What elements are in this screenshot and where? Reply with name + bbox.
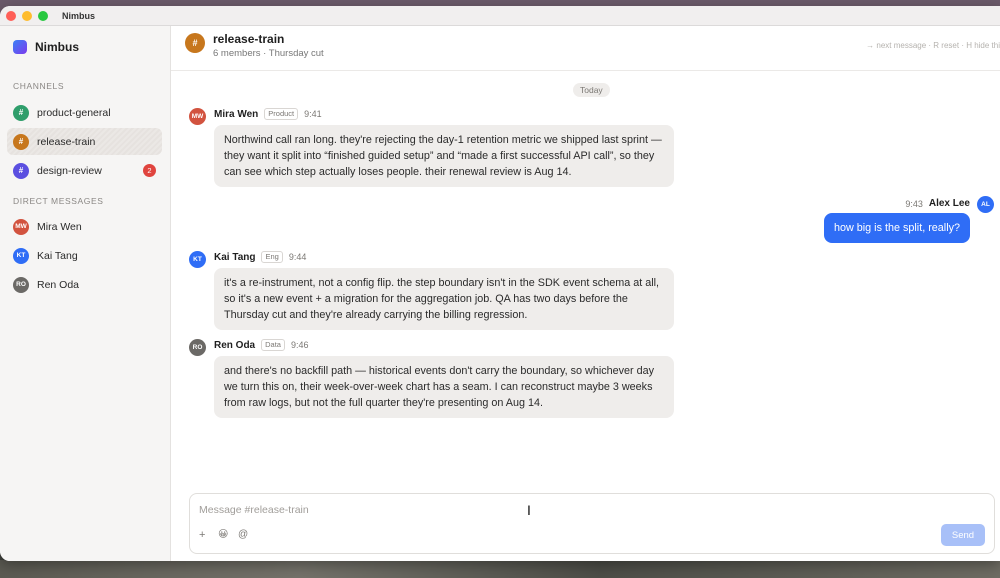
hash-icon: # bbox=[13, 104, 29, 121]
zoom-window-button[interactable] bbox=[38, 10, 48, 21]
sidebar: Nimbus CHANNELS # product-general # rele… bbox=[0, 26, 171, 561]
direct-messages-section-label: DIRECT MESSAGES bbox=[13, 196, 104, 206]
message-time: 9:44 bbox=[288, 252, 307, 262]
dm-name: Mira Wen bbox=[37, 220, 82, 233]
brand-name: Nimbus bbox=[35, 40, 80, 54]
text-cursor-icon: I bbox=[527, 502, 531, 518]
app-window: Nimbus Nimbus CHANNELS # product-general… bbox=[0, 6, 1000, 561]
message-bubble: and there's no backfill path — historica… bbox=[214, 356, 674, 418]
message-header: Kai Tang Eng 9:44 bbox=[214, 251, 306, 263]
channel-name: product-general bbox=[37, 106, 111, 119]
message-bubble: Northwind call ran long. they're rejecti… bbox=[214, 125, 674, 187]
brand-logo-icon bbox=[13, 40, 27, 54]
title-bar: Nimbus bbox=[0, 6, 1000, 26]
sidebar-item-mira-wen[interactable]: MW Mira Wen bbox=[7, 213, 162, 240]
emoji-icon[interactable]: 😀 bbox=[218, 529, 228, 540]
avatar: RO bbox=[189, 339, 206, 356]
hash-icon: # bbox=[13, 162, 29, 179]
channels-section-label: CHANNELS bbox=[13, 81, 65, 91]
message-time: 9:43 bbox=[905, 198, 923, 209]
hash-icon: # bbox=[185, 33, 205, 53]
sidebar-item-release-train[interactable]: # release-train bbox=[7, 128, 162, 155]
desktop-background bbox=[0, 560, 1000, 578]
dm-list: MW Mira Wen KT Kai Tang RO Ren Oda bbox=[0, 213, 170, 298]
sidebar-item-kai-tang[interactable]: KT Kai Tang bbox=[7, 242, 162, 269]
avatar: KT bbox=[13, 247, 29, 264]
date-divider: Today bbox=[573, 83, 610, 97]
message-time: 9:41 bbox=[304, 109, 322, 119]
role-tag: Product bbox=[264, 108, 299, 120]
message-header: Ren Oda Data 9:46 bbox=[214, 339, 309, 351]
keyboard-hints: → next message · R reset · H hide thi bbox=[866, 41, 1000, 50]
avatar: MW bbox=[13, 218, 29, 235]
message-author: Alex Lee bbox=[928, 198, 970, 209]
brand: Nimbus bbox=[13, 39, 170, 55]
avatar: KT bbox=[189, 251, 206, 268]
window-controls bbox=[6, 10, 48, 21]
channel-name: design-review bbox=[37, 164, 102, 177]
message-author: Kai Tang bbox=[214, 251, 256, 263]
sidebar-item-design-review[interactable]: # design-review 2 bbox=[7, 157, 162, 184]
unread-badge: 2 bbox=[143, 164, 156, 177]
dm-name: Kai Tang bbox=[37, 249, 78, 262]
message-header: Mira Wen Product 9:41 bbox=[214, 108, 322, 120]
avatar: AL bbox=[977, 196, 994, 213]
main-pane: # release-train 6 members · Thursday cut… bbox=[171, 26, 1000, 561]
hash-icon: # bbox=[13, 133, 29, 150]
message-composer: + 😀 @ Send bbox=[189, 493, 995, 554]
window-title: Nimbus bbox=[62, 10, 96, 21]
role-tag: Eng bbox=[261, 251, 283, 263]
sidebar-item-ren-oda[interactable]: RO Ren Oda bbox=[7, 271, 162, 298]
avatar: RO bbox=[13, 276, 29, 293]
plus-icon[interactable]: + bbox=[199, 529, 205, 541]
close-window-button[interactable] bbox=[6, 10, 16, 21]
sidebar-item-product-general[interactable]: # product-general bbox=[7, 99, 162, 126]
channel-list: # product-general # release-train # desi… bbox=[0, 99, 170, 184]
role-tag: Data bbox=[261, 339, 285, 351]
channel-header: # release-train 6 members · Thursday cut… bbox=[171, 26, 1000, 71]
channel-subtitle: 6 members · Thursday cut bbox=[213, 48, 324, 59]
message-input[interactable] bbox=[199, 502, 979, 518]
message-time: 9:46 bbox=[290, 340, 309, 350]
outgoing-message-bubble: how big is the split, really? bbox=[823, 213, 970, 243]
mention-icon[interactable]: @ bbox=[238, 529, 248, 540]
message-author: Mira Wen bbox=[214, 108, 259, 120]
message-header: 9:43 Alex Lee bbox=[905, 198, 970, 209]
message-author: Ren Oda bbox=[214, 339, 256, 351]
minimize-window-button[interactable] bbox=[22, 10, 32, 21]
send-button[interactable]: Send bbox=[941, 524, 985, 546]
message-bubble: it's a re-instrument, not a config flip.… bbox=[214, 268, 674, 330]
dm-name: Ren Oda bbox=[37, 278, 80, 291]
avatar: MW bbox=[189, 108, 206, 125]
channel-name: release-train bbox=[37, 135, 96, 148]
page-title: release-train bbox=[213, 32, 285, 46]
